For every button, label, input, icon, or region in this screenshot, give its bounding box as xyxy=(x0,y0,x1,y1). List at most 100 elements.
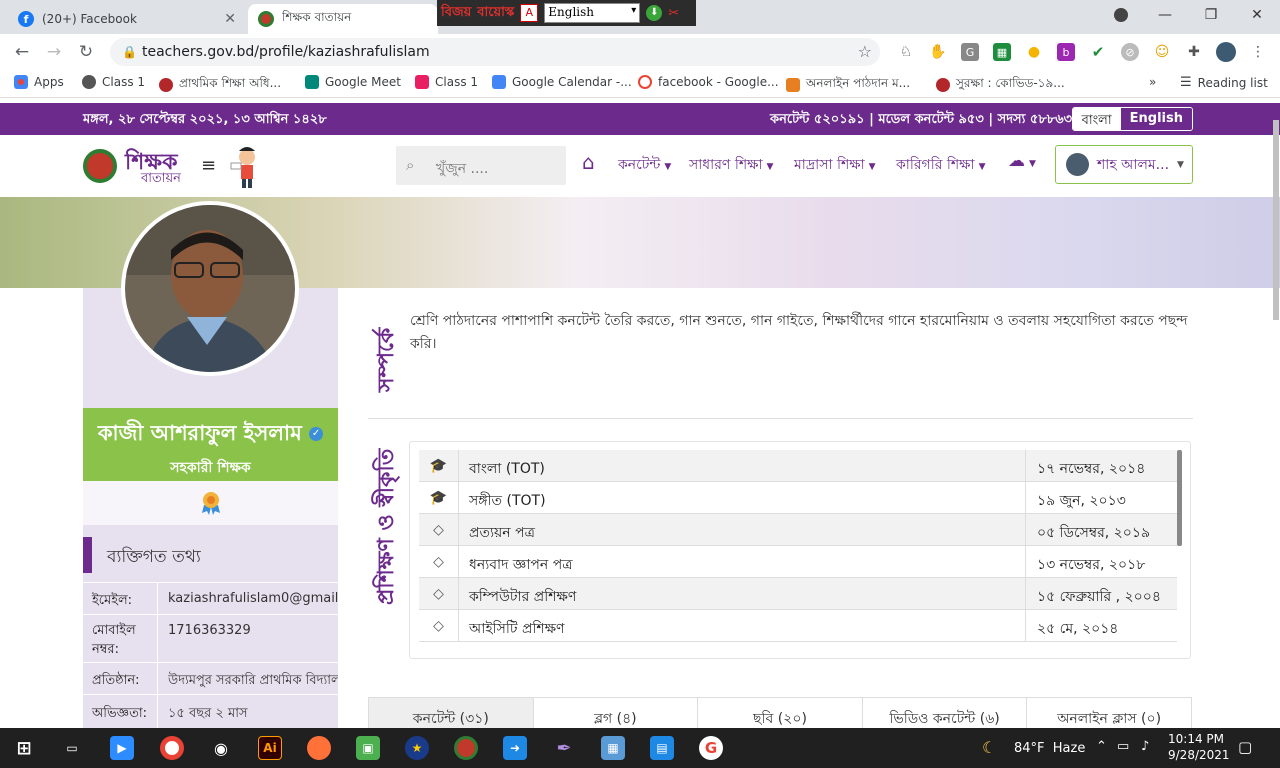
download-icon[interactable]: ⬇ xyxy=(646,5,663,21)
bookmark-item[interactable]: Google Calendar -... xyxy=(492,75,632,89)
close-tab-icon[interactable]: ✕ xyxy=(224,11,236,27)
google-icon xyxy=(638,75,652,89)
bookmark-item[interactable]: facebook - Google... xyxy=(638,75,779,89)
search-icon: ⌕ xyxy=(406,156,415,174)
network-icon[interactable]: ▭ xyxy=(1117,739,1129,754)
volume-icon[interactable]: ♪ xyxy=(1141,739,1149,754)
lang-english-button[interactable]: English xyxy=(1120,108,1192,130)
more-menu-icon[interactable]: ⋮ xyxy=(1249,43,1267,61)
minimize-icon[interactable]: — xyxy=(1142,0,1188,30)
tab-content[interactable]: কনটেন্ট (৩১) xyxy=(369,698,534,728)
extension-icon[interactable]: ♘ xyxy=(897,43,915,61)
menu-technical-education[interactable]: কারিগরি শিক্ষা ▼ xyxy=(896,153,986,177)
tab-video-content[interactable]: ভিডিও কনটেন্ট (৬) xyxy=(863,698,1028,728)
extension-b-icon[interactable]: b xyxy=(1057,43,1075,61)
bookmark-apps[interactable]: Apps xyxy=(14,75,64,89)
graduation-cap-icon: 🎓 xyxy=(419,450,459,482)
chrome-icon[interactable] xyxy=(160,736,184,760)
menu-madrasa-education[interactable]: মাদ্রাসা শিক্ষা ▼ xyxy=(794,153,876,177)
sheets-icon[interactable]: ▦ xyxy=(993,43,1011,61)
content-tabs: কনটেন্ট (৩১) ব্লগ (৪) ছবি (২০) ভিডিও কনট… xyxy=(368,697,1192,729)
reload-icon[interactable]: ↻ xyxy=(70,42,102,62)
task-view-icon[interactable]: ▭ xyxy=(60,736,84,760)
more-bookmarks-button[interactable]: » xyxy=(1149,75,1156,89)
avatar[interactable] xyxy=(1216,42,1236,62)
award-medal-icon xyxy=(200,491,222,515)
language-select[interactable]: English ▾ xyxy=(544,3,641,23)
clock-date[interactable]: 9/28/2021 xyxy=(1168,748,1230,762)
back-icon[interactable]: ← xyxy=(6,42,38,62)
calculator-icon[interactable]: ▦ xyxy=(601,736,625,760)
puzzle-icon[interactable]: ✚ xyxy=(1185,43,1203,61)
reading-list-button[interactable]: ☰ Reading list xyxy=(1180,75,1268,90)
google-icon[interactable]: G xyxy=(699,736,723,760)
user-menu-button[interactable]: শাহ আলম... ▼ xyxy=(1055,145,1193,184)
share-app-icon[interactable]: ➜ xyxy=(503,736,527,760)
table-row: ◇ কম্পিউটার প্রশিক্ষণ ১৫ ফেব্রুয়ারি , ২০০… xyxy=(419,578,1177,610)
gov-emblem-logo[interactable] xyxy=(83,149,117,183)
pdf-icon[interactable]: A xyxy=(520,4,539,22)
bulb-icon[interactable]: ● xyxy=(1025,43,1043,61)
tab-blog[interactable]: ব্লগ (৪) xyxy=(534,698,699,728)
maximize-icon[interactable]: ❐ xyxy=(1188,0,1234,30)
clock-time[interactable]: 10:14 PM xyxy=(1168,732,1224,746)
search-input[interactable]: খুঁজুন .... xyxy=(436,157,488,181)
bangladesh-emblem-icon xyxy=(258,11,274,27)
bijoy-name: বায়োস্ক xyxy=(477,4,515,20)
firefox-icon[interactable] xyxy=(307,736,331,760)
weather-text[interactable]: 84°F Haze xyxy=(1014,741,1085,756)
forward-icon[interactable]: → xyxy=(38,42,70,62)
zoom-icon[interactable]: ▶ xyxy=(110,736,134,760)
upload-cloud-icon[interactable]: ☁ ▼ xyxy=(1008,151,1036,171)
home-icon[interactable]: ⌂ xyxy=(582,150,595,174)
table-row: 🎓 সঙ্গীত (TOT) ১৯ জুন, ২০১৩ xyxy=(419,482,1177,514)
gov-emblem-icon[interactable] xyxy=(454,736,478,760)
tab-teachers-portal[interactable]: শিক্ষক বাতায়ন xyxy=(248,4,438,34)
calendar-icon[interactable]: ▤ xyxy=(650,736,674,760)
table-scrollbar[interactable] xyxy=(1177,450,1182,546)
close-window-icon[interactable]: ✕ xyxy=(1234,0,1280,30)
bookmark-star-icon[interactable]: ☆ xyxy=(858,42,872,61)
bookmark-item[interactable]: সুরক্ষা : কোভিড-১৯... xyxy=(936,75,1065,95)
bookmark-item[interactable]: Class 1 xyxy=(82,75,145,89)
url-text: teachers.gov.bd/profile/kaziashrafulisla… xyxy=(142,44,430,60)
illustrator-icon[interactable]: Ai xyxy=(258,736,282,760)
feather-icon[interactable]: ✒ xyxy=(552,736,576,760)
search-box[interactable]: ⌕ খুঁজুন .... xyxy=(396,146,566,185)
current-date: মঙ্গল, ২৮ সেপ্টেম্বর ২০২১, ১৩ আশ্বিন ১৪২… xyxy=(83,112,327,127)
apps-grid-icon xyxy=(14,75,28,89)
hamburger-icon[interactable]: ≡ xyxy=(201,155,216,176)
bookmark-item[interactable]: Google Meet xyxy=(305,75,401,89)
lang-bangla-button[interactable]: বাংলা xyxy=(1072,108,1121,130)
extension-g-icon[interactable]: G xyxy=(961,43,979,61)
notifications-icon[interactable]: ▢ xyxy=(1238,738,1252,756)
android-icon[interactable]: ▣ xyxy=(356,736,380,760)
windows-taskbar: ⊞ ▭ ▶ ◉ Ai ▣ ★ ➜ ✒ ▦ ▤ G ☾ 84°F Haze ⌃ ▭… xyxy=(0,728,1280,768)
page-scrollbar[interactable] xyxy=(1273,120,1279,320)
info-row-email: ইমেইল:kaziashrafulislam0@gmail.com xyxy=(83,582,338,614)
tab-facebook[interactable]: f (20+) Facebook ✕ xyxy=(8,4,246,34)
extension-gray-icon[interactable]: ⊘ xyxy=(1121,43,1139,61)
section-title: ব্যক্তিগত তথ্য xyxy=(107,547,201,567)
check-icon[interactable]: ✔ xyxy=(1089,43,1107,61)
menu-general-education[interactable]: সাধারণ শিক্ষা ▼ xyxy=(689,153,773,177)
chevron-up-icon[interactable]: ⌃ xyxy=(1096,739,1107,754)
profile-photo xyxy=(121,201,299,376)
address-bar[interactable]: 🔒 teachers.gov.bd/profile/kaziashrafulis… xyxy=(110,38,880,66)
tab-online-class[interactable]: অনলাইন ক্লাস (০) xyxy=(1027,698,1191,728)
windows-start-icon[interactable]: ⊞ xyxy=(12,736,36,760)
tools-icon[interactable]: ✂ xyxy=(668,6,679,21)
emoji-icon[interactable]: ☺ xyxy=(1153,43,1171,61)
bookmark-item[interactable]: অনলাইন পাঠদান ম... xyxy=(786,75,910,95)
personal-info-header: ব্যক্তিগত তথ্য xyxy=(83,537,338,573)
diamond-icon: ◇ xyxy=(419,514,459,546)
tab-photos[interactable]: ছবি (২০) xyxy=(698,698,863,728)
bookmark-item[interactable]: Class 1 xyxy=(415,75,478,89)
obs-icon[interactable]: ◉ xyxy=(209,736,233,760)
hand-icon[interactable]: ✋ xyxy=(929,43,947,61)
bookmark-item[interactable]: প্রাথমিক শিক্ষা অধি... xyxy=(159,75,281,95)
browser-tab-strip: f (20+) Facebook ✕ শিক্ষক বাতায়ন বিজয় … xyxy=(0,0,1280,34)
app-icon[interactable]: ★ xyxy=(405,736,429,760)
profile-menu-icon[interactable] xyxy=(1098,0,1144,30)
menu-content[interactable]: কনটেন্ট ▼ xyxy=(618,153,671,177)
